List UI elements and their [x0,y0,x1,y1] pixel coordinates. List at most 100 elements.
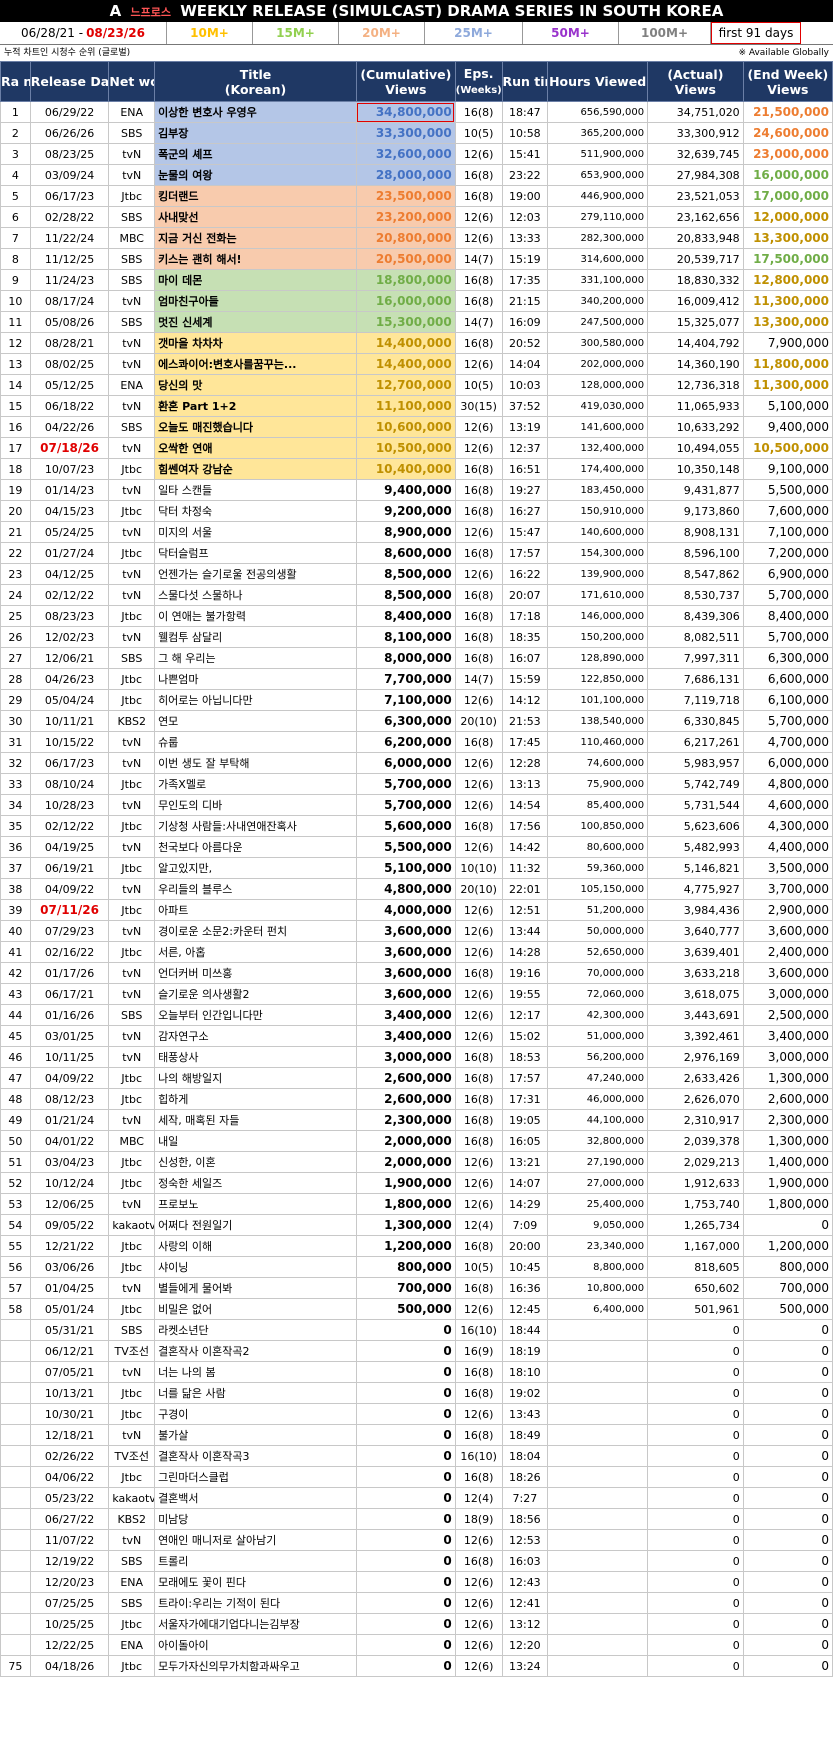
endweek-views-cell: 1,400,000 [742,1151,833,1173]
runtime-cell: 20:00 [501,1235,549,1257]
table-row: 20 04/15/23 Jtbc 닥터 차정숙 9,200,000 16(8) 16:27 1… [0,500,833,522]
actual-views-cell: 15,325,077 [647,311,744,333]
release-date-cell: 10/30/21 [29,1403,110,1425]
episodes-cell: 16(8) [454,1277,503,1299]
episodes-cell: 16(8) [454,500,503,522]
table-row: 49 01/21/24 tvN 세작, 매혹된 자들 2,300,000 16(8) 19:… [0,1109,833,1131]
endweek-views-cell: 0 [742,1508,833,1530]
endweek-views-cell: 9,400,000 [742,416,833,438]
actual-views-cell: 2,039,378 [647,1130,744,1152]
hours-viewed-cell: 27,000,000 [547,1172,649,1194]
release-date-cell: 03/06/26 [29,1256,110,1278]
title-cell: 사랑의 이해 [154,1235,357,1257]
cumulative-views-cell: 2,300,000 [355,1109,456,1131]
release-date-cell: 06/12/21 [29,1340,110,1362]
release-date-cell: 12/21/22 [29,1235,110,1257]
tier-20m: 20M+ [339,22,425,44]
rank-cell: 5 [0,185,31,207]
endweek-views-cell: 0 [742,1613,833,1635]
table-row: 42 01/17/26 tvN 언더커버 미쓰홍 3,600,000 16(8) 19:16… [0,962,833,984]
date-range-start: 06/28/21 - [21,26,84,40]
rank-cell: 22 [0,542,31,564]
rank-cell: 12 [0,332,31,354]
runtime-cell: 19:00 [501,185,549,207]
release-date-cell: 06/17/23 [29,185,110,207]
episodes-cell: 16(8) [454,1067,503,1089]
rank-cell [0,1340,31,1362]
rank-cell: 17 [0,437,31,459]
title-cell: 멋진 신세계 [154,311,357,333]
endweek-views-cell: 5,100,000 [742,395,833,417]
rank-cell: 13 [0,353,31,375]
rank-cell: 58 [0,1298,31,1320]
rank-cell: 26 [0,626,31,648]
actual-views-cell: 3,639,401 [647,941,744,963]
cumulative-views-cell: 0 [355,1382,456,1404]
endweek-views-cell: 4,800,000 [742,773,833,795]
release-date-cell: 04/18/26 [29,1655,110,1677]
actual-views-cell: 1,265,734 [647,1214,744,1236]
endweek-views-cell: 3,500,000 [742,857,833,879]
hours-viewed-cell: 419,030,000 [547,395,649,417]
table-row: 48 08/12/23 Jtbc 힙하게 2,600,000 16(8) 17:31 46,0… [0,1088,833,1110]
cumulative-views-cell: 1,800,000 [355,1193,456,1215]
title-cell: 어쩌다 전원일기 [154,1214,357,1236]
title-cell: 미남당 [154,1508,357,1530]
hours-viewed-cell: 101,100,000 [547,689,649,711]
network-cell: tvN [108,878,156,900]
network-cell: tvN [108,920,156,942]
rank-cell: 18 [0,458,31,480]
hours-viewed-cell: 50,000,000 [547,920,649,942]
title-cell: 불가살 [154,1424,357,1446]
endweek-views-cell: 17,000,000 [742,185,833,207]
cumulative-views-cell: 23,500,000 [355,185,456,207]
hours-viewed-cell: 656,590,000 [547,101,649,123]
release-date-cell: 07/29/23 [29,920,110,942]
rank-cell: 28 [0,668,31,690]
network-cell: ENA [108,101,156,123]
col-cumulative: (Cumulative) Views [355,61,456,102]
hours-viewed-cell: 141,600,000 [547,416,649,438]
episodes-cell: 12(6) [454,1403,503,1425]
hours-viewed-cell: 150,910,000 [547,500,649,522]
actual-views-cell: 0 [647,1655,744,1677]
runtime-cell: 19:05 [501,1109,549,1131]
title-cell: 무인도의 디바 [154,794,357,816]
network-cell: Jtbc [108,458,156,480]
hours-viewed-cell: 279,110,000 [547,206,649,228]
release-date-cell: 01/04/25 [29,1277,110,1299]
rank-cell: 53 [0,1193,31,1215]
release-date-cell: 01/16/26 [29,1004,110,1026]
table-row: 19 01/14/23 tvN 일타 스캔들 9,400,000 16(8) 19:27 18… [0,479,833,501]
cumulative-views-cell: 20,800,000 [355,227,456,249]
hours-viewed-cell: 80,600,000 [547,836,649,858]
network-cell: tvN [108,332,156,354]
network-cell: tvN [108,164,156,186]
episodes-cell: 16(8) [454,962,503,984]
actual-views-cell: 0 [647,1361,744,1383]
rank-cell: 44 [0,1004,31,1026]
rank-cell [0,1382,31,1404]
cumulative-views-cell: 6,200,000 [355,731,456,753]
actual-views-cell: 0 [647,1319,744,1341]
episodes-cell: 12(6) [454,1571,503,1593]
episodes-cell: 12(6) [454,206,503,228]
rank-cell: 27 [0,647,31,669]
runtime-cell: 10:03 [501,374,549,396]
runtime-cell: 16:07 [501,647,549,669]
col-runtime: Run time [501,61,549,102]
cumulative-views-cell: 3,600,000 [355,983,456,1005]
network-cell: tvN [108,563,156,585]
actual-views-cell: 5,482,993 [647,836,744,858]
runtime-cell: 16:36 [501,1277,549,1299]
episodes-cell: 16(8) [454,1046,503,1068]
cumulative-views-cell: 18,800,000 [355,269,456,291]
title-bar: A 느프로스 WEEKLY RELEASE (SIMULCAST) DRAMA … [0,0,833,22]
rank-cell: 10 [0,290,31,312]
release-date-cell: 11/07/22 [29,1529,110,1551]
cumulative-views-cell: 500,000 [355,1298,456,1320]
cumulative-views-cell: 0 [355,1319,456,1341]
cumulative-views-cell: 5,500,000 [355,836,456,858]
rank-cell: 35 [0,815,31,837]
actual-views-cell: 8,082,511 [647,626,744,648]
